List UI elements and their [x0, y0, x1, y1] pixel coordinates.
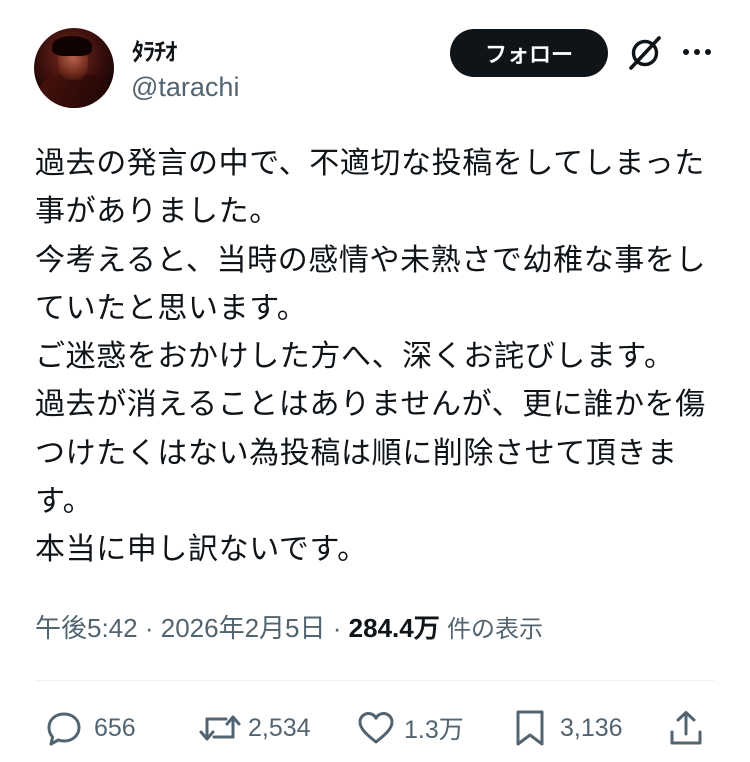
follow-button[interactable]: フォロー — [450, 29, 608, 77]
tweet-text: 過去の発言の中で、不適切な投稿をしてしまった事がありました。 今考えると、当時の… — [35, 146, 707, 568]
bookmark-count: 3,136 — [560, 713, 623, 742]
bookmark-button[interactable]: 3,136 — [512, 708, 623, 748]
meta-separator: · — [144, 613, 154, 643]
tweet-meta: 午後5:42 · 2026年2月5日 · 284.4万 件の表示 — [35, 608, 543, 645]
reply-count: 656 — [94, 713, 136, 742]
like-button[interactable]: 1.3万 — [356, 708, 464, 748]
more-icon[interactable] — [682, 40, 712, 64]
share-button[interactable] — [666, 708, 706, 748]
views-label: 件の表示 — [446, 616, 543, 643]
tweet-time[interactable]: 午後5:42 — [35, 613, 138, 643]
avatar-shape-hair — [52, 36, 92, 56]
user-handle[interactable]: @tarachi — [131, 72, 239, 103]
reply-icon — [47, 712, 81, 746]
repost-button[interactable]: 2,534 — [198, 708, 311, 748]
avatar[interactable] — [34, 28, 114, 108]
bookmark-icon — [516, 710, 544, 746]
meta-separator: · — [332, 613, 342, 643]
reply-button[interactable]: 656 — [44, 708, 136, 748]
grok-icon[interactable] — [626, 34, 664, 72]
share-icon — [670, 711, 702, 745]
views-count[interactable]: 284.4万 — [349, 613, 440, 643]
like-count: 1.3万 — [404, 716, 464, 744]
divider — [35, 680, 715, 681]
heart-icon — [358, 712, 394, 744]
tweet-date[interactable]: 2026年2月5日 — [161, 613, 326, 643]
repost-count: 2,534 — [248, 713, 311, 742]
display-name[interactable]: ﾀﾗﾁｵ — [132, 32, 177, 67]
repost-icon — [199, 715, 241, 741]
